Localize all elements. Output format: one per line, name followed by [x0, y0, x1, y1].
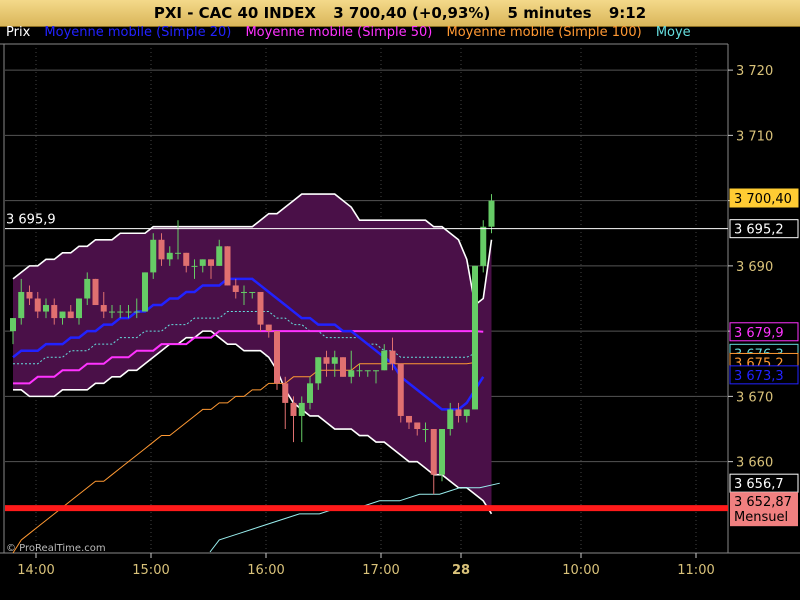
x-tick-label: 10:00	[562, 563, 599, 578]
candle-body	[133, 311, 140, 313]
candle-body	[381, 350, 388, 371]
candle-body	[463, 409, 470, 416]
candle-body	[117, 311, 124, 313]
candle-body	[447, 409, 454, 430]
monthly-name-label: Mensuel	[734, 510, 788, 525]
candle-body	[406, 415, 412, 423]
x-tick-label: 15:00	[132, 563, 169, 578]
x-tick-label: 17:00	[362, 563, 399, 578]
y-tick-label: 3 720	[736, 64, 773, 79]
candle-body	[158, 239, 165, 260]
candle-body	[43, 305, 49, 312]
x-tick-label: 14:00	[17, 563, 54, 578]
y-tick-label: 3 710	[736, 129, 773, 144]
candle-body	[183, 252, 190, 266]
candle-body	[488, 200, 495, 227]
candle-body	[76, 298, 82, 319]
candle-body	[109, 311, 115, 313]
right-price-label: 3 656,7	[734, 477, 784, 492]
candle-body	[265, 324, 272, 332]
candle-body	[249, 291, 256, 293]
candle-body	[430, 429, 437, 475]
candle-body	[34, 298, 41, 312]
candle-body	[224, 246, 231, 286]
candle-body	[282, 383, 289, 403]
candle-body	[199, 259, 206, 266]
candle-body	[472, 265, 478, 410]
bollinger-band-fill	[13, 194, 492, 514]
candle-body	[356, 370, 363, 372]
candle-body	[208, 259, 214, 266]
candle-body	[257, 291, 264, 325]
candle-body	[150, 239, 157, 273]
candle-body	[364, 370, 371, 372]
candle-body	[315, 357, 322, 384]
candle-body	[340, 357, 346, 377]
candle-body	[414, 422, 421, 430]
candle-body	[67, 311, 74, 319]
candle-body	[323, 357, 330, 364]
candle-body	[142, 272, 148, 312]
candle-body	[455, 409, 462, 416]
candle-body	[51, 305, 58, 319]
candle-body	[331, 357, 338, 364]
candle-body	[84, 278, 91, 299]
candle-body	[389, 350, 396, 364]
candle-body	[307, 383, 313, 403]
candle-body	[480, 226, 487, 266]
candle-body	[373, 370, 379, 372]
candle-body	[274, 331, 280, 384]
candle-body	[10, 318, 16, 332]
candle-body	[298, 402, 305, 416]
right-price-label: 3 679,9	[734, 326, 784, 341]
candle-body	[232, 285, 239, 292]
candle-body	[100, 305, 107, 312]
candle-body	[397, 363, 404, 416]
x-tick-label: 16:00	[247, 563, 284, 578]
candle-body	[216, 246, 223, 266]
candle-body	[241, 291, 247, 293]
candle-body	[422, 429, 429, 431]
reference-right-label: 3 695,2	[734, 223, 784, 238]
candle-body	[290, 402, 297, 416]
y-tick-label: 3 690	[736, 260, 773, 275]
reference-left-label: 3 695,9	[6, 213, 56, 228]
y-tick-label: 3 660	[736, 456, 773, 471]
candle-body	[26, 291, 33, 299]
ma-long-cyan-line	[209, 482, 500, 553]
right-price-label: 3 673,3	[734, 369, 784, 384]
candle-body	[92, 278, 99, 306]
y-tick-label: 3 670	[736, 390, 773, 405]
candle-body	[125, 311, 132, 313]
candle-body	[348, 370, 355, 377]
price-chart[interactable]: 3 6603 6703 6803 6903 7003 7103 72014:00…	[0, 0, 800, 600]
candle-body	[59, 311, 66, 319]
candle-body	[191, 265, 198, 267]
watermark: © ProRealTime.com	[6, 543, 106, 554]
candle-body	[18, 291, 25, 319]
candle-body	[166, 252, 173, 260]
x-tick-label: 11:00	[677, 563, 714, 578]
candle-body	[439, 429, 445, 475]
monthly-value-label: 3 652,87	[734, 495, 792, 510]
x-tick-label: 28	[452, 563, 470, 578]
current-price-label: 3 700,40	[734, 192, 792, 207]
candle-body	[175, 252, 181, 254]
